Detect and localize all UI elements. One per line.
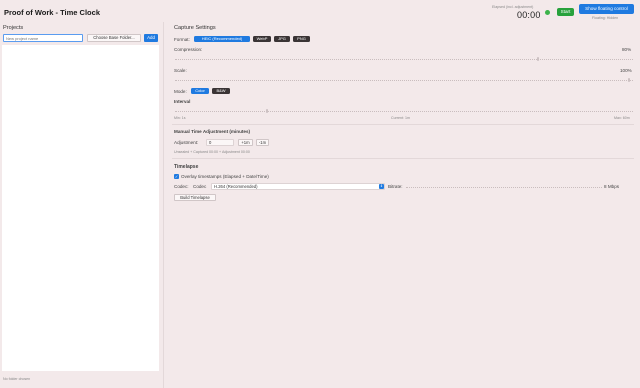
section-divider [172, 158, 634, 159]
subtract-minute-button[interactable]: -1m [256, 139, 269, 146]
add-minute-button[interactable]: +1m [238, 139, 253, 146]
mode-label: Mode: [174, 89, 187, 94]
codec-label: Codec: [174, 184, 189, 189]
compression-slider-handle[interactable] [537, 57, 539, 61]
bitrate-label: Bitrate: [388, 184, 403, 189]
new-project-input[interactable] [3, 34, 83, 42]
mode-option-bw[interactable]: B&W [212, 88, 230, 94]
scale-slider-handle[interactable] [628, 78, 630, 82]
capture-settings-heading: Capture Settings [174, 25, 216, 31]
format-option-png[interactable]: PNG [293, 36, 310, 42]
scale-value: 100% [620, 68, 632, 73]
overlay-timestamps-label: Overlay timestamps (Elapsed + Date/Time) [181, 174, 269, 179]
window-title: Proof of Work - Time Clock [4, 8, 100, 17]
elapsed-time: 00:00 [517, 10, 541, 20]
floating-status: Floating: Hidden [592, 16, 619, 20]
compression-value: 80% [622, 47, 632, 52]
manual-adjustment-heading: Manual Time Adjustment (minutes) [174, 129, 251, 134]
bitrate-value: 8 Mbps [604, 184, 620, 189]
adjustment-label: Adjustment: [174, 140, 199, 145]
codec-select[interactable]: H.264 (Recommended) [211, 183, 385, 190]
overlay-timestamps-checkbox[interactable]: ✓ [174, 174, 179, 179]
build-timelapse-button[interactable]: Build Timelapse [174, 194, 216, 201]
compression-label: Compression: [174, 47, 203, 52]
format-option-heic[interactable]: HEIC (Recommended) [194, 36, 250, 42]
start-button[interactable]: Start [557, 8, 574, 16]
timelapse-heading: Timelapse [174, 164, 199, 170]
chevron-updown-icon[interactable]: ⇕ [379, 184, 384, 189]
interval-min: Min: 1s [174, 116, 186, 120]
elapsed-label: Elapsed (incl. adjustment) [492, 5, 534, 9]
compression-slider[interactable] [175, 59, 633, 61]
format-option-jpg[interactable]: JPG [274, 36, 290, 42]
choose-base-folder-button[interactable]: Choose Base Folder... [87, 34, 141, 42]
project-list[interactable] [2, 45, 159, 371]
show-floating-control-button[interactable]: Show floating control [579, 4, 634, 14]
format-option-webp[interactable]: WebP [253, 36, 271, 42]
status-indicator-icon [545, 10, 550, 15]
projects-heading: Projects [3, 25, 24, 31]
interval-max: Max: 60m [614, 116, 630, 120]
bitrate-slider[interactable] [406, 187, 602, 189]
interval-slider-handle[interactable] [266, 109, 268, 113]
adjustment-summary: Unsealed + Captured 00:00 + Adjustment 0… [174, 150, 250, 154]
add-project-button[interactable]: Add [144, 34, 158, 42]
interval-slider[interactable] [175, 111, 633, 113]
adjustment-field[interactable]: 0 [206, 139, 234, 146]
interval-label: Interval [174, 99, 191, 104]
section-divider [172, 124, 634, 125]
interval-current: Current: 1m [391, 116, 410, 120]
scale-label: Scale: [174, 68, 187, 73]
codec-inner-label: Codec [193, 184, 207, 189]
format-label: Format: [174, 37, 190, 42]
folder-status: No folder chosen [3, 377, 31, 381]
mode-option-color[interactable]: Color [191, 88, 209, 94]
scale-slider[interactable] [175, 80, 633, 82]
sidebar-divider [163, 22, 164, 388]
